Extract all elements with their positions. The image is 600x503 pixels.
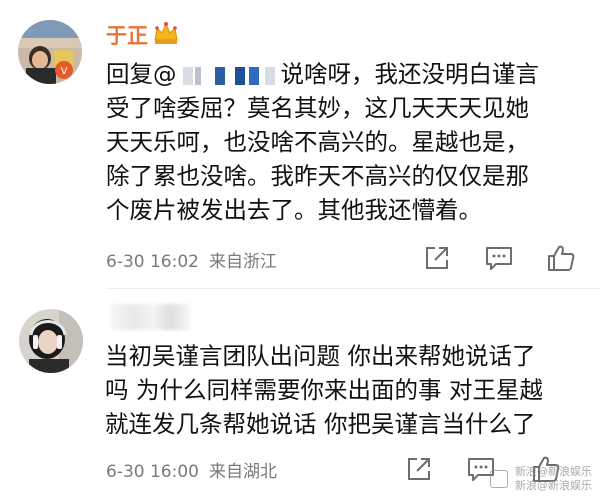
- comment-body: 当初吴谨言团队出问题 你出来帮她说话了 吗 为什么同样需要你来出面的事 对王星越…: [105, 339, 543, 441]
- comment-body-line: 除了累也没啥。我昨天不高兴的仅仅是那: [106, 162, 529, 190]
- comment-body-line: 受了啥委屈？莫名其妙，这几天天天见她: [106, 94, 529, 122]
- comment-meta: 6-30 16:02 来自浙江: [106, 247, 277, 272]
- comment-divider: [106, 288, 600, 289]
- crown-badge-icon: [154, 22, 178, 44]
- comment-username[interactable]: 于正: [106, 20, 148, 50]
- svg-text:V: V: [61, 66, 68, 77]
- avatar-commenter[interactable]: [19, 309, 83, 373]
- watermark-logo-icon: [490, 470, 508, 488]
- comment-body: 回复@ 说啥呀，我还没明白谨言 受了啥委屈？莫名其妙，这几天天天见她 天天乐呵，也…: [106, 57, 539, 227]
- mention-username-pixelated[interactable]: [179, 65, 279, 87]
- comment-location: 来自湖北: [208, 462, 277, 482]
- comment-body-line: 回复@ 说啥呀，我还没明白谨言: [106, 57, 539, 91]
- comment-body-line: 当初吴谨言团队出问题 你出来帮她说话了: [105, 342, 536, 370]
- comment-time: 6-30 16:02: [106, 252, 199, 272]
- like-icon[interactable]: [546, 243, 576, 273]
- watermark: 新浪@新浪娱乐 新浪@新浪娱乐: [515, 465, 592, 493]
- watermark-line: 新浪@新浪娱乐: [515, 479, 592, 492]
- comment-body-line: 吗 为什么同样需要你来出面的事 对王星越: [105, 376, 543, 404]
- comment-meta: 6-30 16:00 来自湖北: [106, 457, 277, 482]
- reply-prefix: 回复@: [106, 60, 177, 88]
- comment-body-line: 就连发几条帮她说话 你把吴谨言当什么了: [105, 410, 536, 438]
- watermark-line: 新浪@新浪娱乐: [515, 465, 592, 478]
- share-icon[interactable]: [422, 243, 452, 273]
- comment-time: 6-30 16:00: [106, 462, 199, 482]
- commenter-username-blurred[interactable]: [110, 304, 190, 330]
- comment-location: 来自浙江: [208, 252, 277, 272]
- share-icon[interactable]: [404, 454, 434, 484]
- avatar-yuzheng[interactable]: V: [18, 20, 82, 84]
- comment-icon[interactable]: [484, 243, 514, 273]
- comment-body-line-tail: 说啥呀，我还没明白谨言: [280, 60, 540, 88]
- comment-body-line: 个废片被发出去了。其他我还懵着。: [106, 196, 482, 224]
- comment-body-line: 天天乐呵，也没啥不高兴的。星越也是，: [106, 128, 529, 156]
